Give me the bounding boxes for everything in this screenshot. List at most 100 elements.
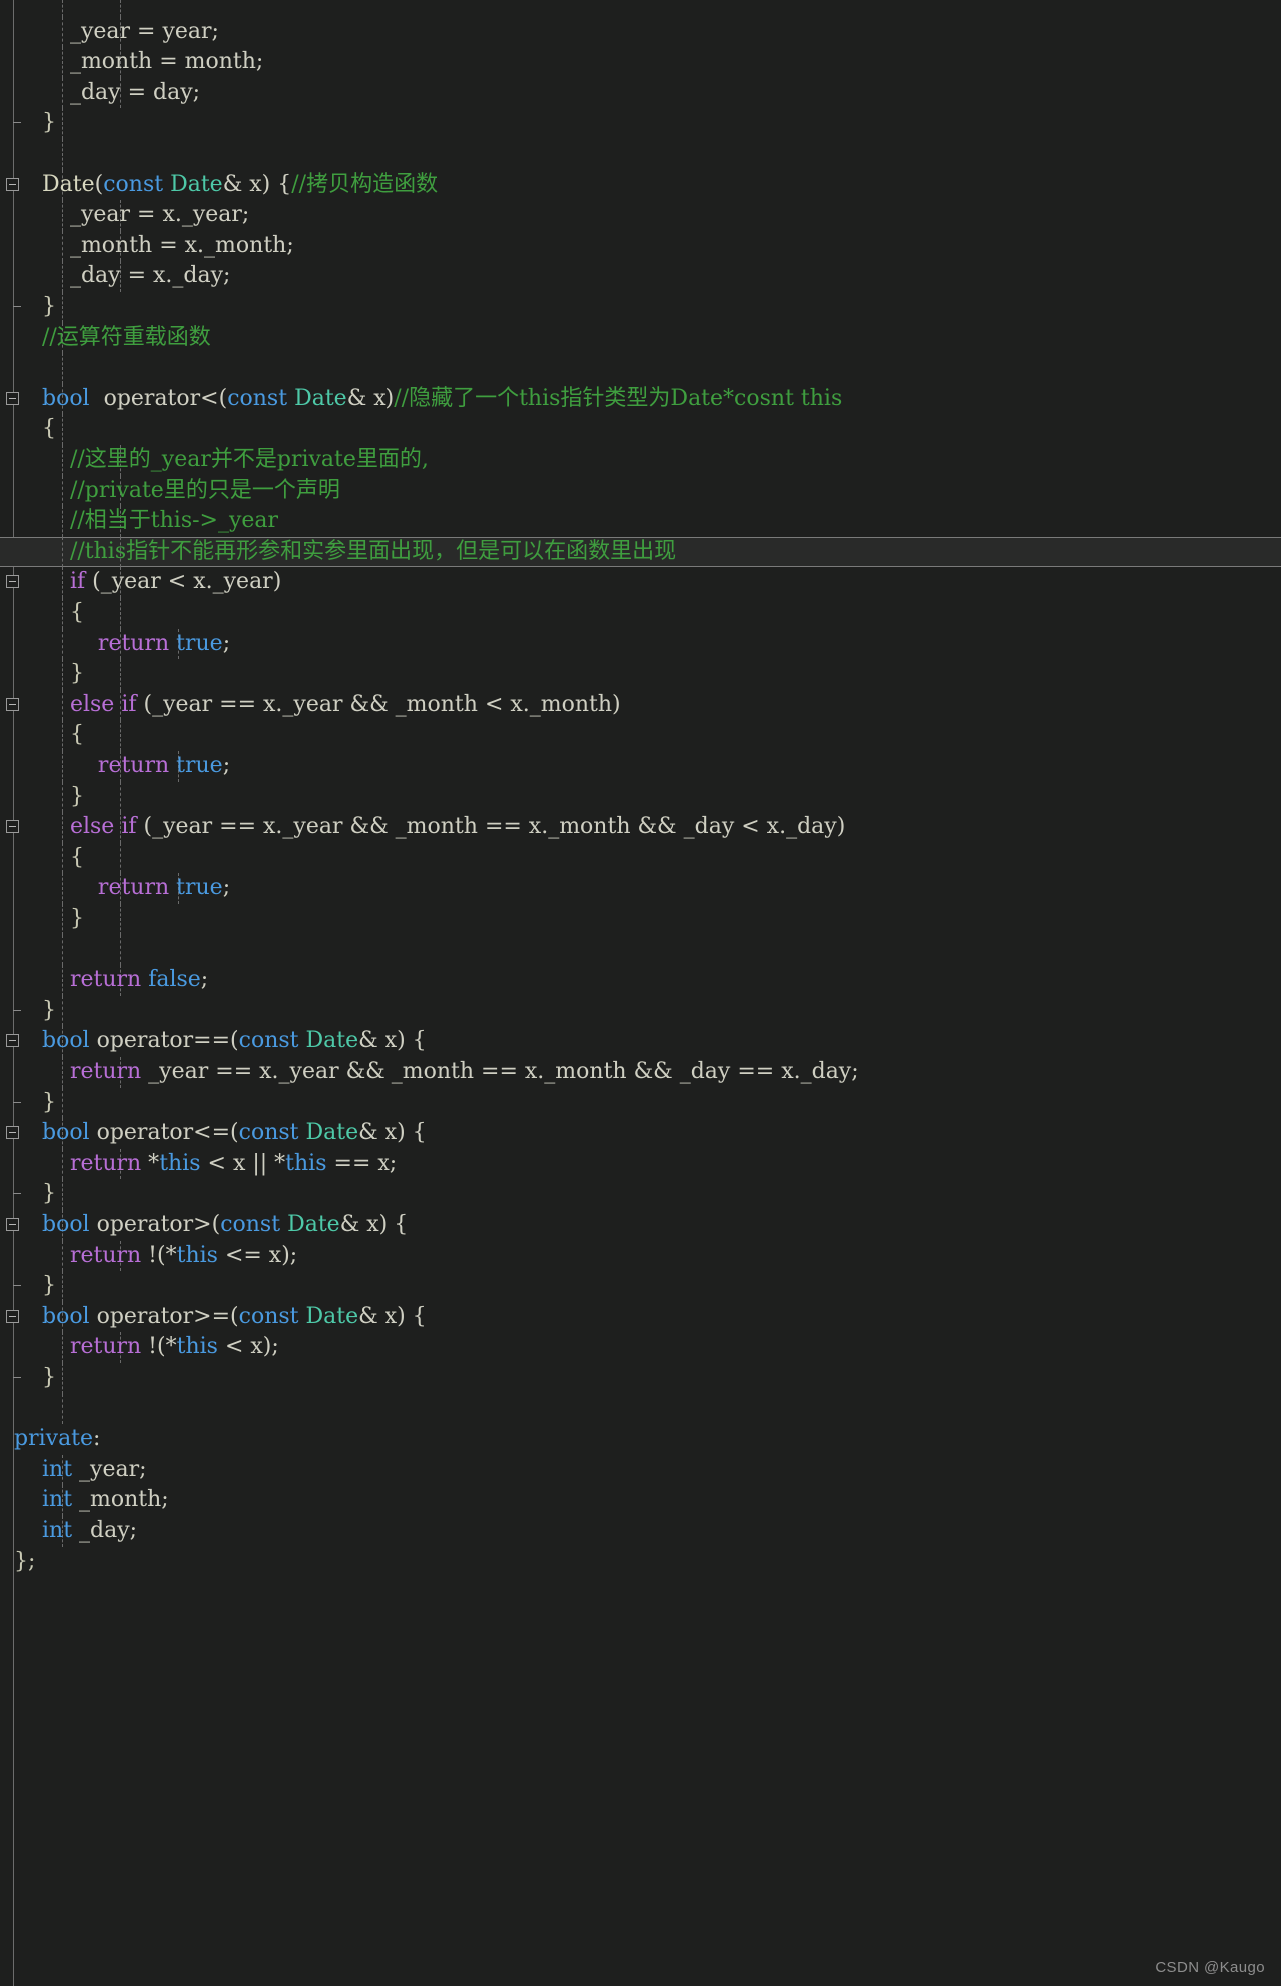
code-line[interactable]: return !(*this < x); — [0, 1332, 1281, 1363]
code-line[interactable]: //private里的只是一个声明 — [0, 475, 1281, 507]
code-line[interactable]: } — [0, 995, 1281, 1027]
code-line[interactable]: return true; — [0, 751, 1281, 782]
code-line[interactable]: _day = x._day; — [0, 261, 1281, 292]
code-line-text: } — [14, 292, 56, 323]
code-line-text: return true; — [14, 873, 230, 904]
code-token: this — [159, 1150, 201, 1176]
code-line[interactable] — [0, 0, 1281, 17]
code-line-text: _day = day; — [14, 78, 200, 109]
code-token: { — [14, 722, 84, 748]
code-line[interactable]: if (_year < x._year) — [0, 567, 1281, 598]
code-line[interactable]: } — [0, 1363, 1281, 1394]
code-line[interactable]: { — [0, 598, 1281, 629]
code-line-text: //this指针不能再形参和实参里面出现，但是可以在函数里出现 — [14, 537, 676, 568]
code-line[interactable]: //this指针不能再形参和实参里面出现，但是可以在函数里出现 — [0, 536, 1281, 568]
code-line[interactable]: } — [0, 1087, 1281, 1119]
code-token: & x) { — [358, 1028, 427, 1054]
code-line[interactable]: } — [0, 292, 1281, 323]
code-line-text: return !(*this < x); — [14, 1332, 279, 1363]
code-token: ( — [94, 171, 104, 197]
code-token: bool — [41, 1212, 90, 1237]
code-token: return — [69, 1242, 142, 1268]
code-token: }; — [14, 1548, 36, 1574]
code-token: { — [14, 844, 84, 870]
code-token: operator>( — [89, 1212, 221, 1237]
code-line-text: return true; — [14, 629, 230, 660]
indent-guide — [62, 1179, 63, 1210]
code-line[interactable]: return true; — [0, 873, 1281, 904]
code-line-text: } — [14, 782, 84, 813]
code-line-text: //这里的_year并不是private里面的, — [14, 445, 429, 476]
code-line[interactable]: private: — [0, 1424, 1281, 1455]
code-token: const — [238, 1120, 299, 1146]
code-line[interactable]: _day = day; — [0, 77, 1281, 109]
code-line[interactable]: } — [0, 904, 1281, 935]
code-line-text: else if (_year == x._year && _month == x… — [14, 812, 845, 843]
code-line[interactable]: } — [0, 781, 1281, 813]
code-line[interactable]: _month = month; — [0, 47, 1281, 78]
code-line[interactable]: } — [0, 1179, 1281, 1210]
code-token: bool — [41, 1120, 90, 1146]
code-token: //运算符重载函数 — [41, 324, 211, 350]
code-line[interactable]: } — [0, 108, 1281, 139]
code-token: //拷贝构造函数 — [291, 171, 439, 197]
code-line-text: { — [14, 414, 56, 445]
code-line[interactable]: return true; — [0, 628, 1281, 660]
code-token: bool — [41, 1303, 90, 1329]
code-line[interactable]: return !(*this <= x); — [0, 1240, 1281, 1272]
code-line[interactable]: { — [0, 414, 1281, 445]
code-line-text: return true; — [14, 751, 230, 782]
code-token: < x); — [217, 1334, 279, 1360]
code-line[interactable]: }; — [0, 1547, 1281, 1578]
code-line[interactable]: _year = x._year; — [0, 200, 1281, 231]
code-line[interactable]: } — [0, 1271, 1281, 1302]
indent-guide — [120, 934, 121, 966]
indent-guide — [62, 353, 63, 384]
code-token: return — [69, 967, 142, 993]
code-line[interactable] — [0, 139, 1281, 170]
code-line[interactable]: bool operator>(const Date& x) { — [0, 1210, 1281, 1241]
code-token: bool — [41, 385, 90, 411]
code-token: ; — [222, 753, 231, 778]
code-line[interactable]: bool operator==(const Date& x) { — [0, 1026, 1281, 1057]
code-line[interactable]: int _year; — [0, 1454, 1281, 1486]
code-line[interactable]: else if (_year == x._year && _month == x… — [0, 812, 1281, 843]
code-line[interactable]: Date(const Date& x) {//拷贝构造函数 — [0, 169, 1281, 201]
code-line[interactable]: { — [0, 842, 1281, 874]
code-token: if — [69, 569, 86, 595]
code-line[interactable] — [0, 353, 1281, 384]
indent-guide — [62, 108, 63, 139]
code-line[interactable]: _year = year; — [0, 16, 1281, 48]
code-line-text: _month = month; — [14, 47, 263, 78]
code-line[interactable]: //相当于this->_year — [0, 506, 1281, 537]
code-line[interactable]: } — [0, 659, 1281, 690]
code-line[interactable]: return *this < x || *this == x; — [0, 1148, 1281, 1180]
code-line[interactable]: bool operator<=(const Date& x) { — [0, 1118, 1281, 1149]
code-line[interactable]: return false; — [0, 965, 1281, 996]
code-token: (_year == x._year && _month == x._month … — [136, 814, 846, 840]
code-token: const — [238, 1028, 299, 1054]
code-line[interactable]: _month = x._month; — [0, 230, 1281, 262]
code-line[interactable]: bool operator>=(const Date& x) { — [0, 1301, 1281, 1333]
code-line-text: return !(*this <= x); — [14, 1241, 297, 1272]
code-line[interactable]: return _year == x._year && _month == x._… — [0, 1057, 1281, 1088]
code-editor[interactable]: _year = year; _month = month; _day = day… — [0, 0, 1281, 1986]
code-line[interactable]: bool operator<(const Date& x)//隐藏了一个this… — [0, 383, 1281, 415]
code-line[interactable]: else if (_year == x._year && _month < x.… — [0, 689, 1281, 721]
code-line[interactable]: int _month; — [0, 1485, 1281, 1516]
code-line[interactable] — [0, 934, 1281, 966]
code-line[interactable]: int _day; — [0, 1516, 1281, 1547]
code-line[interactable]: //这里的_year并不是private里面的, — [0, 445, 1281, 476]
code-line[interactable] — [0, 1393, 1281, 1425]
code-line[interactable]: { — [0, 720, 1281, 751]
code-line[interactable]: //运算符重载函数 — [0, 322, 1281, 354]
